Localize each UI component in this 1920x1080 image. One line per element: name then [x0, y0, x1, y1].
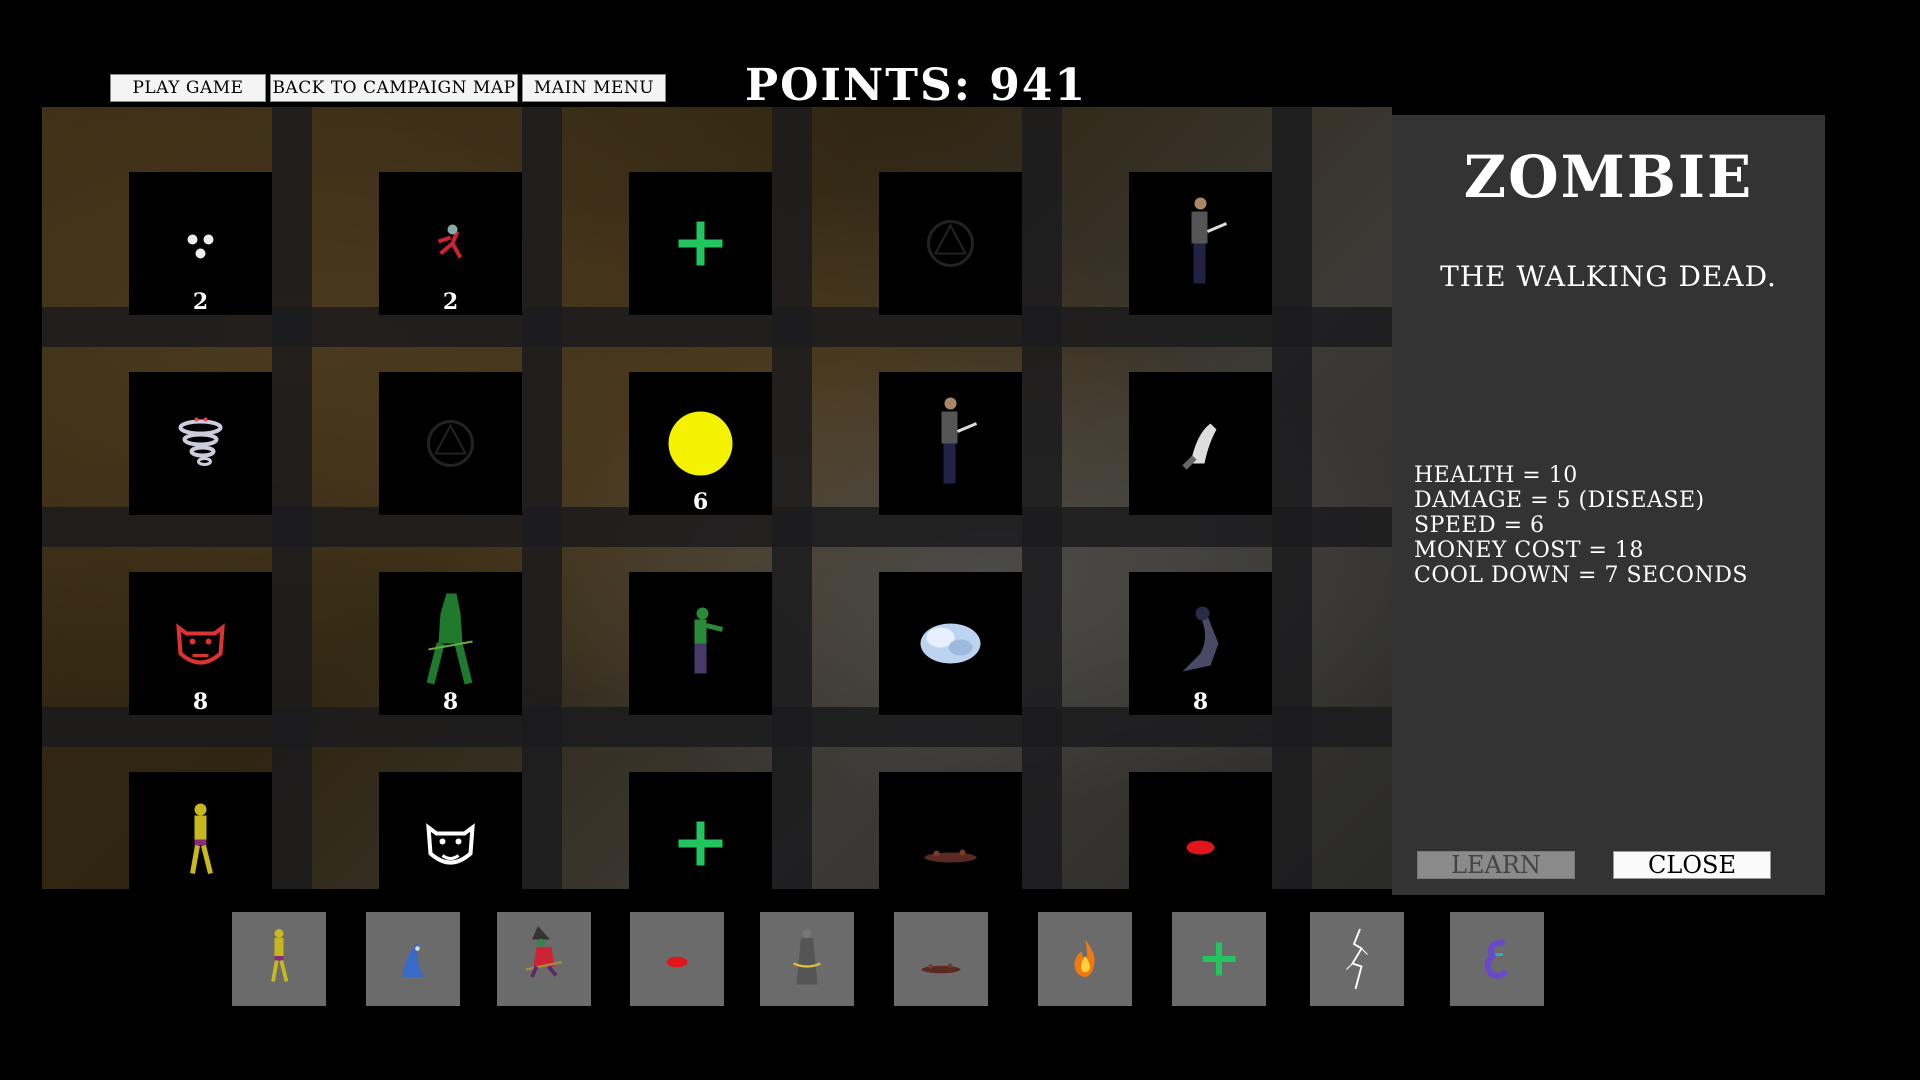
red-blob-icon	[1186, 840, 1215, 855]
unit-count: 8	[192, 689, 209, 715]
ghost-icon	[1182, 423, 1217, 470]
unit-cell[interactable]	[1129, 172, 1272, 315]
green-plus-icon	[678, 821, 723, 866]
unit-cell[interactable]: 8	[379, 572, 522, 715]
unit-cell[interactable]	[1129, 772, 1272, 889]
hotbar-slot[interactable]	[630, 912, 724, 1006]
unit-description: THE WALKING DEAD.	[1440, 260, 1777, 293]
purple-rune-icon	[1484, 939, 1509, 979]
unit-cell[interactable]: 2	[379, 172, 522, 315]
unit-cell[interactable]	[379, 772, 522, 889]
blood-splatter-icon	[921, 963, 961, 974]
blood-splatter-icon	[924, 849, 977, 863]
play-game-button[interactable]: PLAY GAME	[110, 74, 266, 102]
swordsman-icon	[941, 397, 978, 484]
learn-button[interactable]: LEARN	[1417, 851, 1575, 879]
unit-count: 2	[192, 289, 209, 315]
unit-cell[interactable]	[379, 372, 522, 515]
unit-cell[interactable]: 8	[1129, 572, 1272, 715]
unit-cell[interactable]	[629, 572, 772, 715]
unit-cell[interactable]: 8	[129, 572, 272, 715]
stat-health: HEALTH = 10	[1414, 463, 1578, 488]
unit-cell[interactable]: 6	[629, 372, 772, 515]
hotbar-slot[interactable]	[366, 912, 460, 1006]
hotbar-slot[interactable]	[232, 912, 326, 1006]
robed-mage-icon	[793, 929, 821, 985]
unit-cell[interactable]	[1129, 372, 1272, 515]
stat-damage: DAMAGE = 5 (DISEASE)	[1414, 488, 1705, 513]
red-blob-icon	[666, 956, 688, 968]
main-menu-button[interactable]: MAIN MENU	[522, 74, 666, 102]
fire-icon	[1074, 939, 1095, 977]
unit-count: 8	[442, 689, 459, 715]
green-plus-icon	[678, 221, 723, 266]
unit-count: 8	[1192, 689, 1209, 715]
close-button[interactable]: CLOSE	[1613, 851, 1771, 879]
unit-cell[interactable]	[879, 572, 1022, 715]
unit-cell[interactable]	[879, 372, 1022, 515]
witch-icon	[525, 926, 563, 978]
whirlwind-icon	[178, 417, 223, 466]
unit-count: 2	[442, 289, 459, 315]
stat-speed: SPEED = 6	[1414, 513, 1545, 538]
hotbar-slot[interactable]	[760, 912, 854, 1006]
hotbar-slot[interactable]	[1310, 912, 1404, 1006]
yellow-walker-icon	[190, 803, 213, 875]
hotbar-slot[interactable]	[497, 912, 591, 1006]
unit-cell[interactable]	[629, 172, 772, 315]
blue-wave-icon	[402, 941, 424, 977]
campaign-map-background: 2 2 6 8 8 8	[42, 107, 1392, 889]
unit-cell[interactable]	[129, 772, 272, 889]
unit-cell[interactable]: 2	[129, 172, 272, 315]
dark-sigil-icon	[927, 220, 974, 267]
unit-cell[interactable]	[879, 172, 1022, 315]
zombie-icon	[694, 607, 724, 674]
unit-cell[interactable]	[629, 772, 772, 889]
lightning-icon	[1346, 928, 1368, 990]
yellow-walker-icon	[271, 929, 289, 982]
stat-cool-down: COOL DOWN = 7 SECONDS	[1414, 563, 1748, 588]
green-plus-icon	[1202, 942, 1236, 976]
stat-money-cost: MONEY COST = 18	[1414, 538, 1644, 563]
hotbar-slot[interactable]	[1172, 912, 1266, 1006]
hotbar-slot[interactable]	[1038, 912, 1132, 1006]
points-counter: POINTS: 941	[745, 60, 1088, 111]
unit-cell[interactable]	[879, 772, 1022, 889]
unit-stats: HEALTH = 10 DAMAGE = 5 (DISEASE) SPEED =…	[1414, 463, 1748, 588]
dark-sigil-icon	[427, 420, 474, 467]
unit-info-panel: ZOMBIE THE WALKING DEAD. HEALTH = 10 DAM…	[1392, 115, 1825, 895]
unit-count: 6	[692, 489, 709, 515]
swordsman-icon	[1191, 197, 1228, 284]
frost-cloud-icon	[920, 623, 981, 664]
back-to-campaign-map-button[interactable]: BACK TO CAMPAIGN MAP	[270, 74, 518, 102]
white-mask-icon	[426, 823, 475, 865]
hotbar-slot[interactable]	[894, 912, 988, 1006]
unit-cell[interactable]	[129, 372, 272, 515]
unit-name: ZOMBIE	[1463, 143, 1754, 211]
hotbar-slot[interactable]	[1450, 912, 1544, 1006]
